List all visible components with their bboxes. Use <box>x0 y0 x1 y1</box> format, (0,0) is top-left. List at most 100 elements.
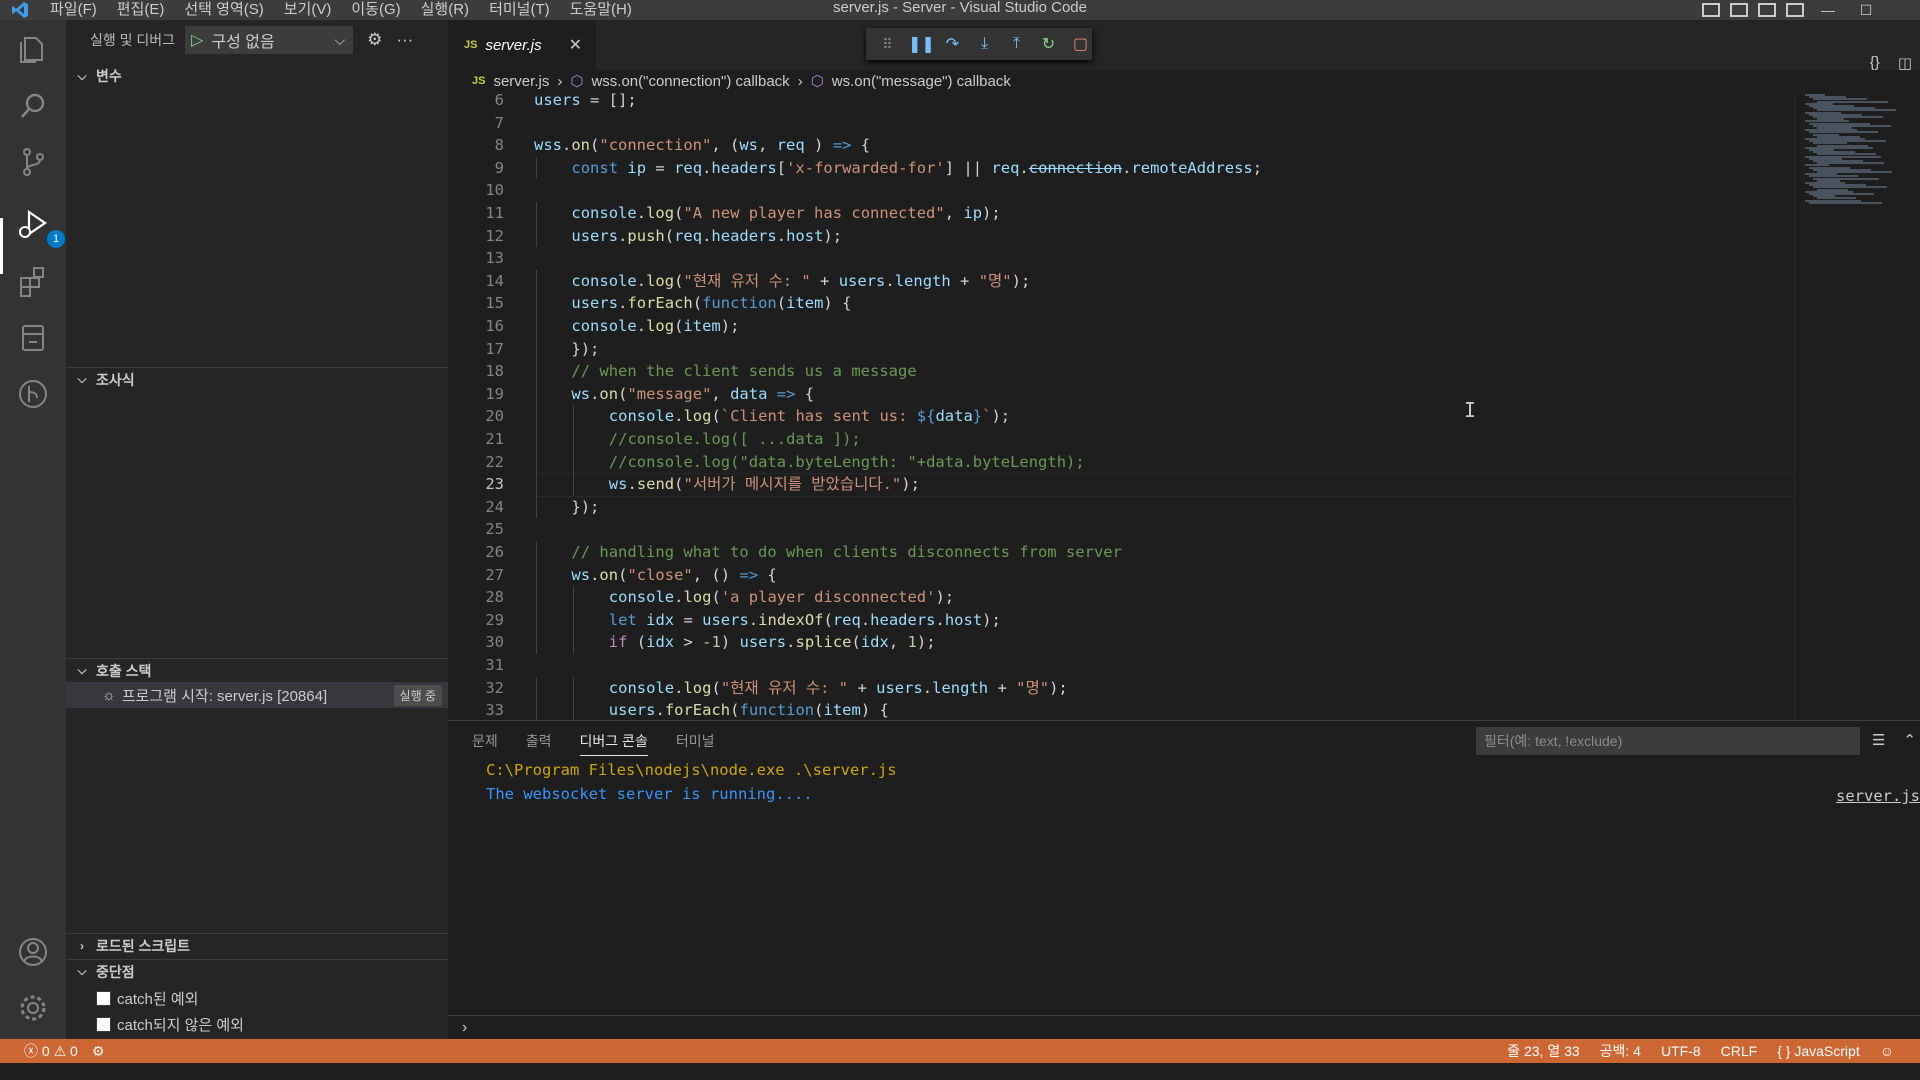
feedback-icon[interactable]: ☺ <box>1880 1043 1894 1059</box>
code-line[interactable]: 23 ws.send("서버가 메시지를 받았습니다."); <box>448 473 1794 497</box>
line-number: 33 <box>485 701 504 720</box>
language-mode[interactable]: { } JavaScript <box>1777 1043 1860 1059</box>
step-out-icon[interactable]: ⤒ <box>1005 35 1028 53</box>
remote-explorer-icon[interactable] <box>15 320 51 356</box>
breakpoint-caught-exceptions[interactable]: catch된 예외 <box>96 986 198 1010</box>
watch-section-header[interactable]: ⌵ 조사식 <box>66 367 448 391</box>
callstack-section-header[interactable]: ⌵ 호출 스택 <box>66 658 448 682</box>
minimize-icon[interactable]: — <box>1814 2 1842 18</box>
code-line[interactable]: 18 // when the client sends us a message <box>448 360 1794 383</box>
code-line[interactable]: 20 console.log(`Client has sent us: ${dat… <box>448 405 1794 428</box>
settings-gear-icon[interactable] <box>15 990 51 1026</box>
caught-exceptions-checkbox[interactable] <box>96 990 111 1006</box>
problems-status[interactable]: ⓧ 0 ⚠ 0 <box>24 1041 78 1061</box>
code-line[interactable]: 29 let idx = users.indexOf(req.headers.ho… <box>448 609 1794 632</box>
variables-section-header[interactable]: ⌵ 변수 <box>66 64 448 88</box>
account-icon[interactable] <box>15 934 51 970</box>
restart-icon[interactable]: ↻ <box>1037 34 1060 54</box>
breadcrumb-message-callback[interactable]: ws.on("message") callback <box>832 73 1011 90</box>
debug-status-icon[interactable]: ⚙ <box>92 1043 105 1060</box>
debug-console-input[interactable]: › <box>448 1015 1920 1040</box>
breakpoints-section-header[interactable]: ⌵ 중단점 <box>66 959 448 983</box>
code-line[interactable]: 24}); <box>448 496 1794 519</box>
code-line[interactable]: 21 //console.log([ ...data ]); <box>448 428 1794 451</box>
menu-go[interactable]: 이동(G) <box>341 0 410 20</box>
code-line[interactable]: 9 const ip = req.headers['x-forwarded-for… <box>448 157 1794 180</box>
code-line[interactable]: 32 console.log("현재 유저 수: " + users.length… <box>448 677 1794 700</box>
console-filter-input[interactable]: 필터(예: text, !exclude) <box>1476 727 1860 755</box>
explorer-icon[interactable] <box>15 32 51 68</box>
more-actions-icon[interactable]: ··· <box>396 30 413 50</box>
code-line[interactable]: 30 if (idx > -1) users.splice(idx, 1); <box>448 631 1794 654</box>
step-into-icon[interactable]: ⤓ <box>973 35 996 53</box>
chevron-up-icon[interactable]: ⌃ <box>1903 731 1916 749</box>
indentation-status[interactable]: 공백: 4 <box>1600 1041 1641 1061</box>
code-line[interactable]: 11 console.log("A new player has connecte… <box>448 202 1794 225</box>
customize-layout-icon[interactable] <box>1786 3 1804 17</box>
code-line[interactable]: 14 console.log("현재 유저 수: " + users.length… <box>448 270 1794 293</box>
run-config-dropdown[interactable]: ▷ 구성 없음 ⌵ <box>185 26 354 54</box>
close-icon[interactable]: ✕ <box>569 35 582 55</box>
session-state-badge: 실행 중 <box>393 684 442 706</box>
code-line[interactable]: 16 console.log(item); <box>448 315 1794 338</box>
code-line[interactable]: 22 //console.log("data.byteLength: "+data… <box>448 451 1794 474</box>
code-line[interactable]: 8 wss.on("connection", (ws, req ) => { <box>448 134 1794 157</box>
cursor-position[interactable]: 줄 23, 열 33 <box>1507 1041 1579 1061</box>
code-line[interactable]: 31 <box>448 654 1794 677</box>
code-line[interactable]: 17}); <box>448 338 1794 361</box>
minimap[interactable] <box>1794 92 1920 720</box>
pause-icon[interactable]: ❚❚ <box>908 34 935 54</box>
code-line[interactable]: 6 users = []; <box>448 92 1794 112</box>
step-over-icon[interactable]: ↷ <box>941 34 964 54</box>
clear-console-icon[interactable]: ☰ <box>1872 731 1885 749</box>
menu-view[interactable]: 보기(V) <box>274 0 342 20</box>
code-line[interactable]: 19 ws.on("message", data => { <box>448 383 1794 406</box>
code-line[interactable]: 13 <box>448 247 1794 270</box>
code-line[interactable]: 26 // handling what to do when clients di… <box>448 541 1794 564</box>
toggle-panel-icon[interactable] <box>1730 3 1748 17</box>
maximize-icon[interactable]: ☐ <box>1852 2 1880 19</box>
menu-selection[interactable]: 선택 영역(S) <box>174 0 273 20</box>
toggle-sidebar-icon[interactable] <box>1702 3 1720 17</box>
code-line[interactable]: 12 users.push(req.headers.host); <box>448 225 1794 248</box>
line-number: 13 <box>485 249 504 268</box>
code-line[interactable]: 28 console.log('a player disconnected'); <box>448 586 1794 609</box>
tab-output[interactable]: 출력 <box>526 731 552 756</box>
git-graph-icon[interactable] <box>15 376 51 412</box>
code-line[interactable]: 25 <box>448 518 1794 541</box>
menu-terminal[interactable]: 터미널(T) <box>479 0 560 20</box>
code-line[interactable]: 7 <box>448 112 1794 135</box>
menu-file[interactable]: 파일(F) <box>40 0 107 20</box>
menu-edit[interactable]: 편집(E) <box>107 0 175 20</box>
breakpoint-uncaught-exceptions[interactable]: catch되지 않은 예외 <box>96 1012 244 1036</box>
breadcrumb-connection-callback[interactable]: wss.on("connection") callback <box>591 73 789 90</box>
stop-icon[interactable]: ▢ <box>1069 34 1092 54</box>
tab-terminal[interactable]: 터미널 <box>676 731 715 756</box>
uncaught-exceptions-checkbox[interactable] <box>96 1016 111 1032</box>
source-control-icon[interactable] <box>15 144 51 180</box>
run-debug-icon[interactable]: 1 <box>15 206 65 248</box>
drag-handle-icon[interactable]: ⠿ <box>876 36 899 53</box>
callstack-session-item[interactable]: ☼ 프로그램 시작: server.js [20864] 실행 중 <box>66 682 448 708</box>
open-launch-json-gear-icon[interactable]: ⚙ <box>367 30 382 50</box>
code-line[interactable]: 15 users.forEach(function(item) { <box>448 292 1794 315</box>
tab-debug-console[interactable]: 디버그 콘솔 <box>579 731 648 756</box>
menu-help[interactable]: 도움말(H) <box>560 0 642 20</box>
code-editor[interactable]: 6 users = []; 7 8 wss.on("connection", (ws, … <box>448 92 1794 720</box>
breadcrumb-file[interactable]: server.js <box>493 73 549 90</box>
search-icon[interactable] <box>15 88 51 124</box>
code-line[interactable]: 27 ws.on("close", () => { <box>448 564 1794 587</box>
eol-status[interactable]: CRLF <box>1721 1043 1758 1059</box>
start-debugging-icon[interactable]: ▷ <box>191 30 203 50</box>
code-line[interactable]: 33 users.forEach(function(item) { <box>448 699 1794 720</box>
encoding-status[interactable]: UTF-8 <box>1661 1043 1701 1059</box>
code-line[interactable]: 10 <box>448 179 1794 202</box>
toggle-secondary-sidebar-icon[interactable] <box>1758 3 1776 17</box>
menu-run[interactable]: 실행(R) <box>411 0 479 20</box>
extensions-icon[interactable] <box>15 264 51 300</box>
loaded-scripts-section-header[interactable]: › 로드된 스크립트 <box>66 933 448 957</box>
tab-server-js[interactable]: JS server.js ✕ <box>448 20 596 70</box>
tab-problems[interactable]: 문제 <box>472 731 498 756</box>
line-number: 9 <box>494 158 504 177</box>
console-source-link[interactable]: server.js <box>1836 787 1920 805</box>
